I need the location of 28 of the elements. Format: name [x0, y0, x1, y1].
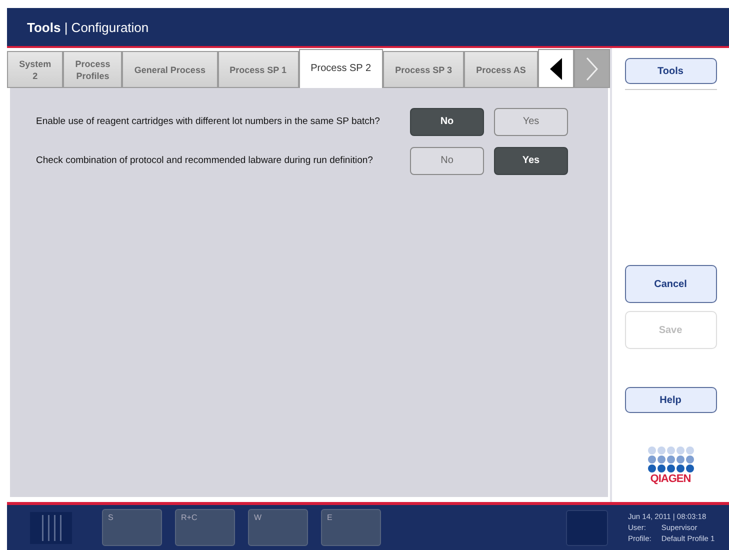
- tab[interactable]: General Process: [122, 51, 218, 88]
- status-square: [566, 510, 608, 546]
- previous-tab-button[interactable]: [538, 49, 574, 88]
- side-button[interactable]: Tools: [624, 58, 716, 84]
- side-button[interactable]: Help: [624, 387, 716, 413]
- tab[interactable]: Process SP 2: [298, 49, 384, 88]
- tray-slot[interactable]: S: [102, 509, 162, 546]
- tab[interactable]: System 2: [7, 51, 64, 88]
- logo-text: QIAGEN: [650, 473, 691, 485]
- tray-slot[interactable]: W: [248, 509, 308, 546]
- option-button[interactable]: No: [410, 108, 484, 136]
- setting-question: Enable use of reagent cartridges with different lot numbers in the same SP batch?: [36, 116, 381, 127]
- rack-icon: [30, 512, 72, 544]
- tray-slot[interactable]: E: [321, 509, 381, 546]
- setting-question: Check combination of protocol and recommended labware during run definition?: [36, 155, 374, 166]
- option-button[interactable]: Yes: [494, 146, 568, 174]
- option-button[interactable]: No: [410, 146, 484, 174]
- dot-grid-icon: [646, 446, 694, 473]
- side-button[interactable]: Cancel: [624, 265, 716, 303]
- tab[interactable]: Process AS: [464, 51, 538, 88]
- tray-slot[interactable]: R+C: [175, 509, 235, 546]
- tab[interactable]: Process SP 3: [383, 51, 464, 88]
- window-title: Tools | Configuration: [27, 20, 149, 34]
- option-button[interactable]: Yes: [494, 108, 568, 136]
- tab[interactable]: Process Profiles: [63, 51, 122, 88]
- left-triangle-icon: [550, 58, 562, 80]
- right-chevron-icon: [586, 56, 598, 80]
- tab[interactable]: Process SP 1: [218, 51, 299, 88]
